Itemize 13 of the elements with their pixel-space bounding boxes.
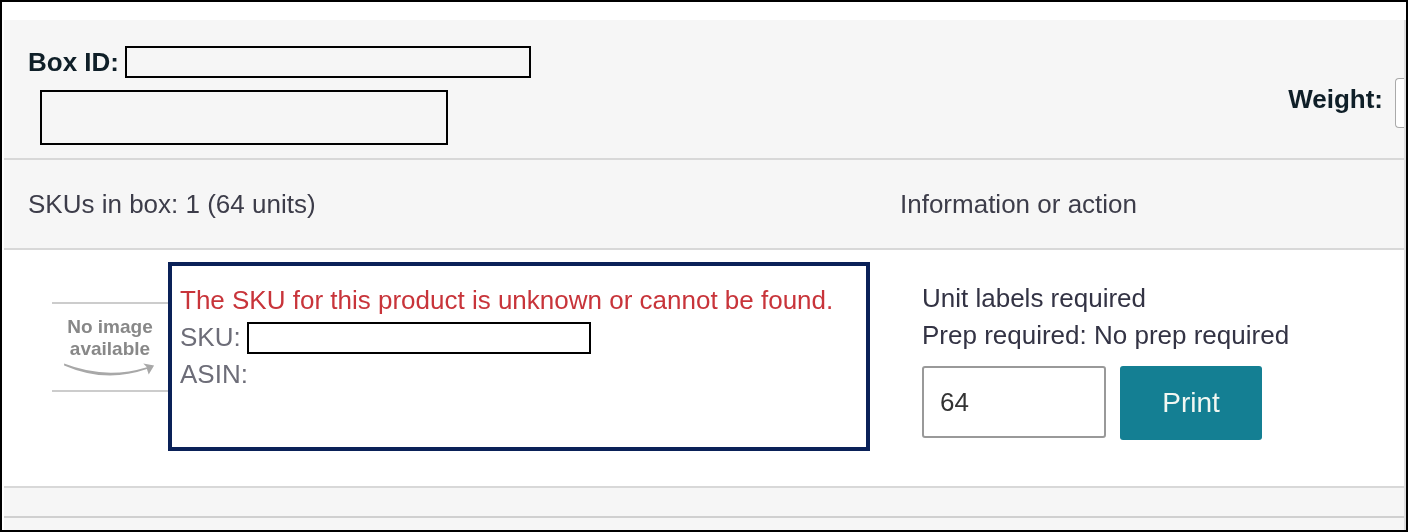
error-message: The SKU for this product is unknown or cannot be found. <box>180 284 835 317</box>
column-header: SKUs in box: 1 (64 units) <box>27 188 317 220</box>
column-header: Information or action <box>900 188 1137 220</box>
print-button[interactable]: Print <box>1120 366 1262 440</box>
info-text: Unit labels required <box>922 282 1147 315</box>
weight-field[interactable] <box>1395 78 1404 128</box>
box-id-label: Box ID: <box>28 46 119 78</box>
asin-label: ASIN: <box>180 358 248 391</box>
placeholder-text: No image available <box>66 316 154 360</box>
info-text: Prep required: No prep required <box>922 319 1290 352</box>
weight-label: Weight: <box>1288 84 1383 115</box>
sku-label: SKU: <box>180 321 241 354</box>
quantity-field[interactable]: 64 <box>922 366 1106 438</box>
